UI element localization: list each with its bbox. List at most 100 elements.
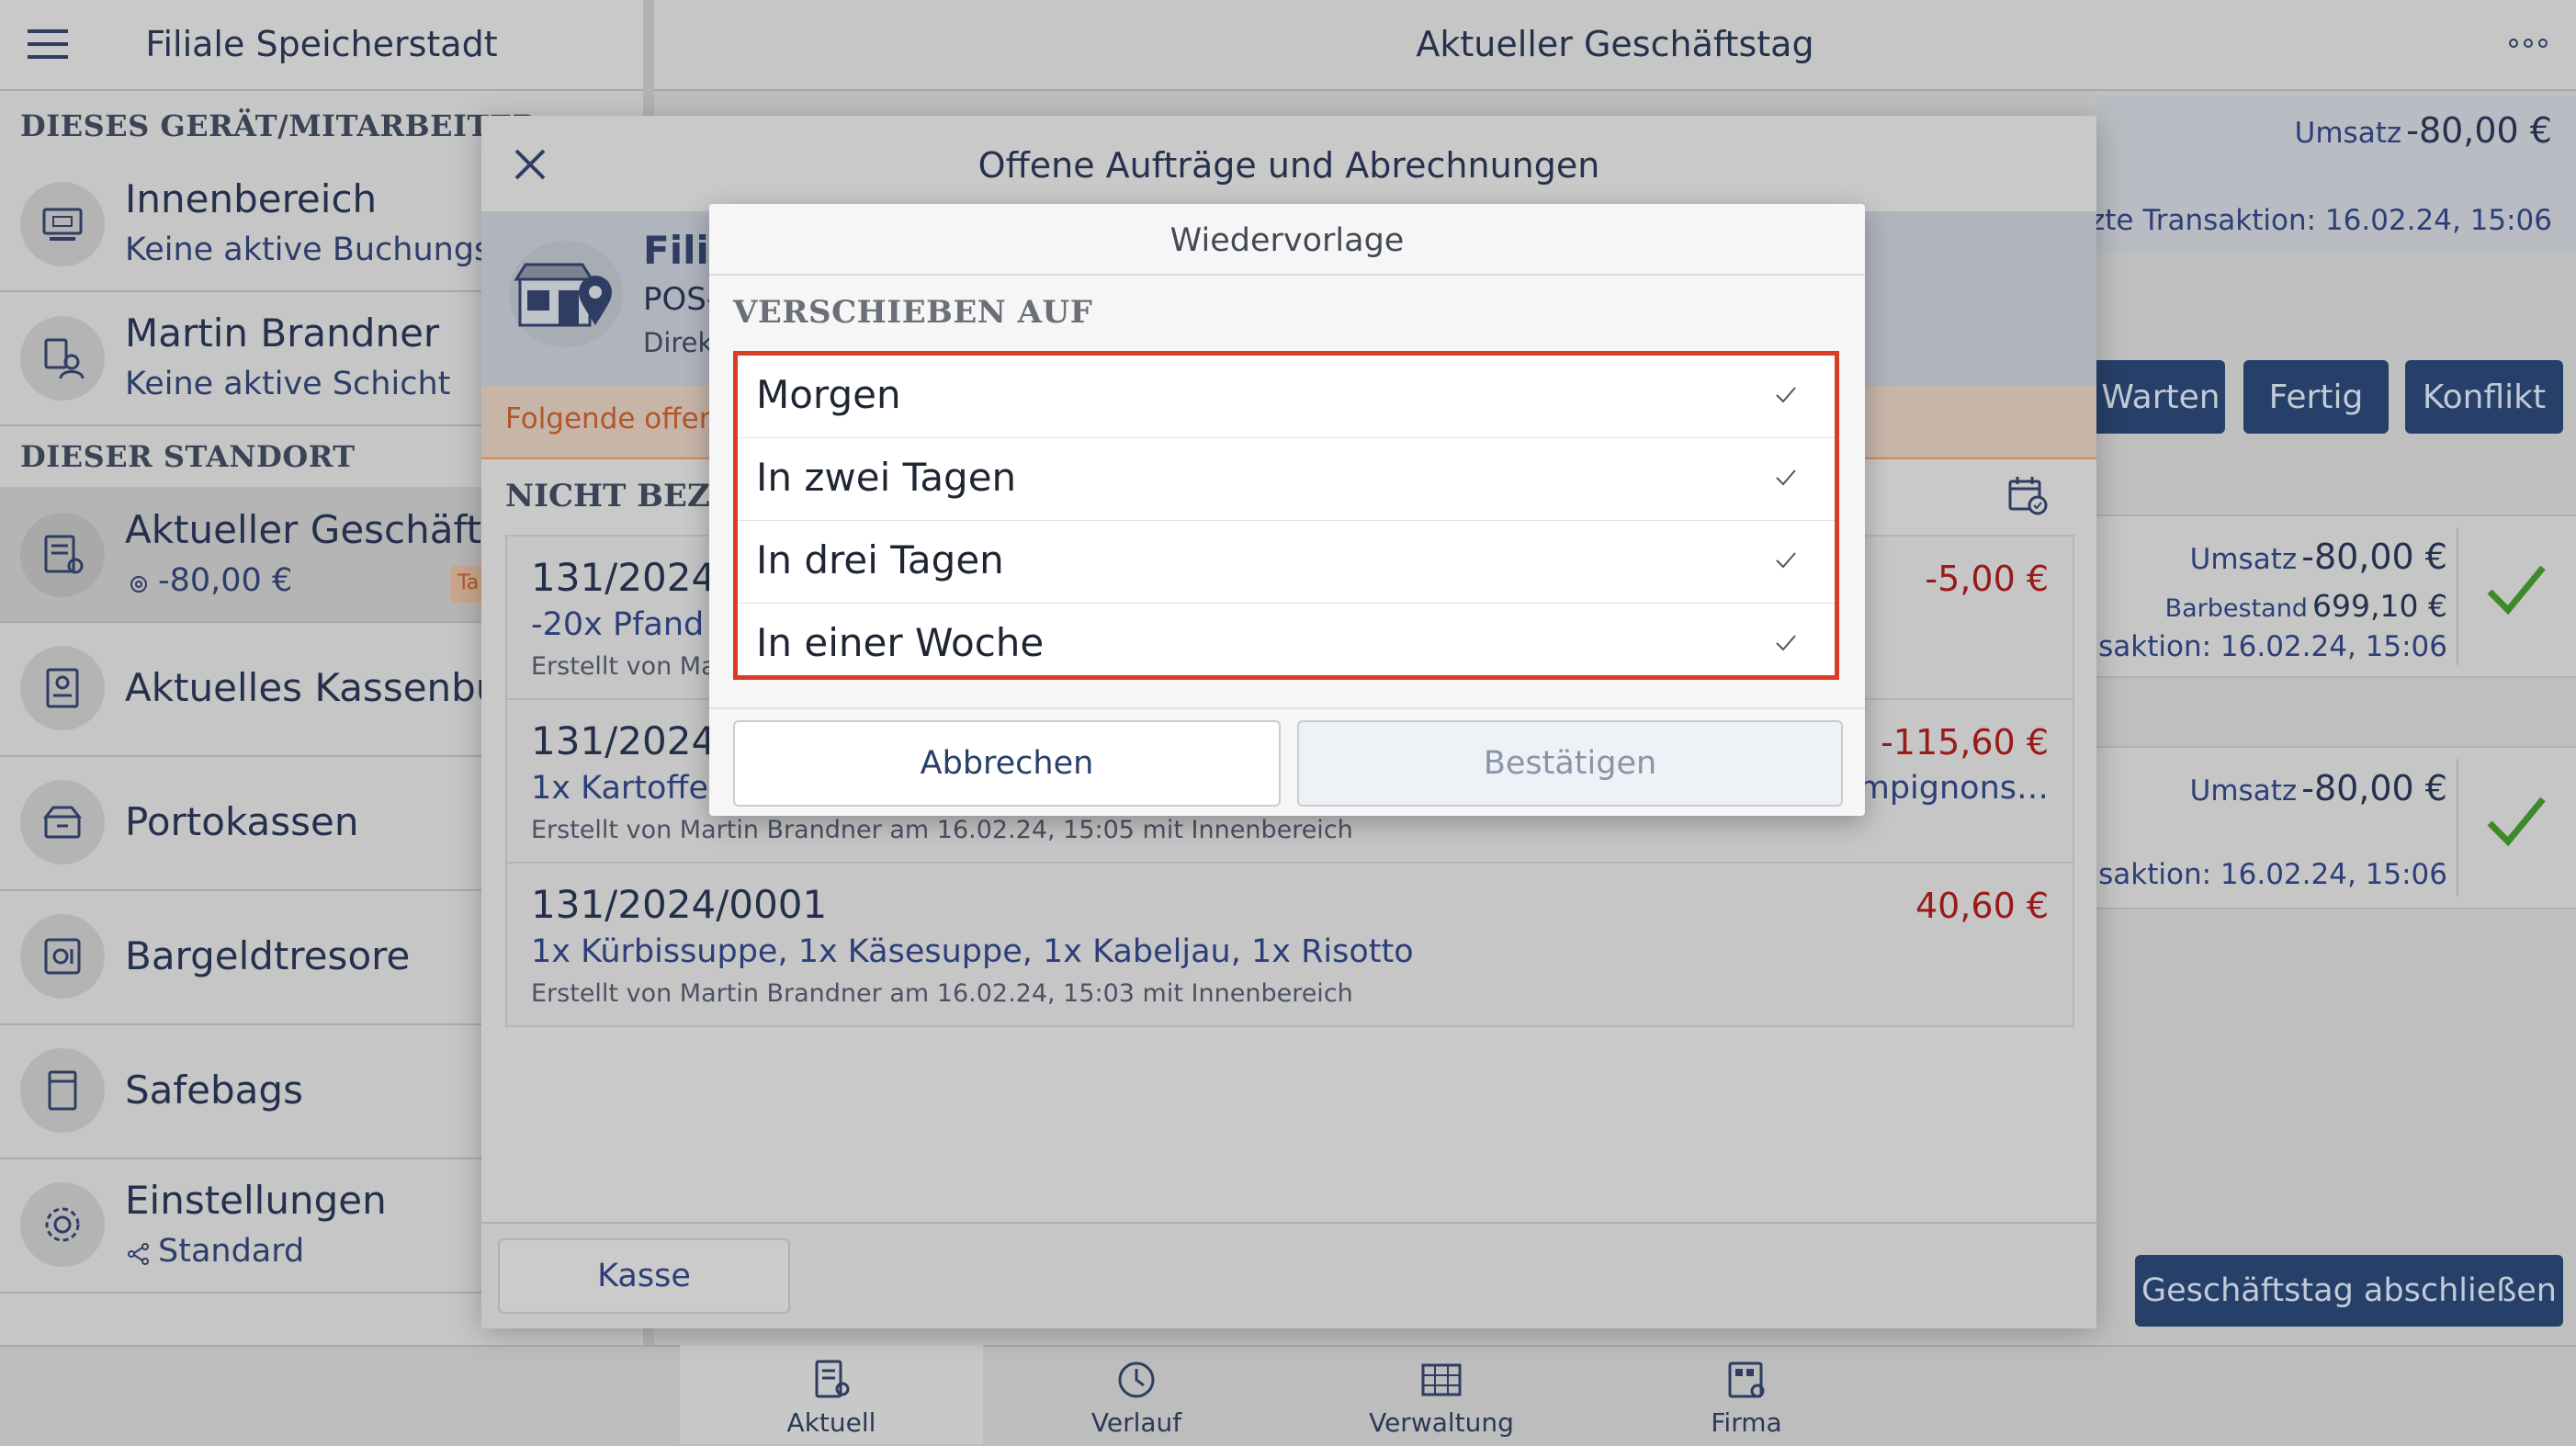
close-business-day-button[interactable]: Geschäftstag abschließen [2135, 1255, 2563, 1327]
check-icon [1774, 631, 1798, 655]
last-transaction: Letzte Transaktion: 16.02.24, 15:06 [2046, 204, 2552, 237]
revenue-label: Umsatz [2294, 117, 2402, 150]
direct-partial: Direk [643, 327, 714, 358]
section-location-header: DIESER STANDORT [20, 439, 356, 474]
day-card[interactable]: Umsatz -80,00 € Transaktion: 16.02.24, 1… [2038, 746, 2576, 909]
clock-icon [1114, 1358, 1158, 1402]
checkmark-icon [2484, 559, 2548, 623]
confirm-button[interactable]: Bestätigen [1297, 720, 1843, 807]
sidebar-item-subtitle: Standard [158, 1233, 305, 1270]
order-number: 131/2024/ [531, 718, 729, 763]
revenue-label: Umsatz [2189, 774, 2298, 808]
terminal-icon [20, 182, 105, 266]
card-divider [2457, 759, 2458, 897]
card-revenue: Umsatz -80,00 € [2190, 768, 2447, 808]
receipt-icon [809, 1358, 853, 1402]
tab-label: Verlauf [1090, 1407, 1182, 1438]
register-button[interactable]: Kasse [498, 1238, 790, 1314]
cash-label: Barbestand [2164, 594, 2308, 623]
cash-drawer-icon [20, 780, 105, 864]
order-items-tail: ampignons… [1838, 770, 2049, 807]
order-number: 131/2024/0001 [531, 882, 828, 927]
more-dots-icon[interactable] [2508, 37, 2548, 50]
card-transaction: Transaktion: 16.02.24, 15:06 [2038, 630, 2447, 663]
order-amount: -115,60 € [1881, 722, 2049, 763]
main-title: Aktueller Geschäftstag [1416, 24, 1814, 64]
tab-management[interactable]: Verwaltung [1290, 1345, 1593, 1444]
tab-current[interactable]: Aktuell [680, 1345, 983, 1444]
employee-icon [20, 316, 105, 401]
option-three-days[interactable]: In drei Tagen [738, 521, 1835, 604]
pos-partial: POS- [643, 281, 718, 318]
card-transaction: Transaktion: 16.02.24, 15:06 [2038, 858, 2447, 891]
grid-icon [1419, 1358, 1463, 1402]
cancel-button[interactable]: Abbrechen [733, 720, 1281, 807]
order-amount: 40,60 € [1915, 886, 2049, 926]
tab-label: Aktuell [786, 1407, 876, 1438]
order-items: 1x Kartoffels [531, 770, 735, 807]
sidebar-item-subtitle: Keine aktive Schicht [125, 366, 451, 402]
checkmark-icon [2484, 790, 2548, 854]
day-card[interactable]: Umsatz -80,00 € Barbestand 699,10 € Tran… [2038, 514, 2576, 678]
dialog-title: Wiedervorlage [1169, 222, 1405, 259]
section-device-header: DIESES GERÄT/MITARBEITER [20, 108, 537, 143]
filter-waiting-button[interactable]: Warten [2096, 360, 2225, 434]
card-divider [2457, 527, 2458, 665]
company-icon [1724, 1358, 1768, 1402]
hamburger-menu-icon[interactable] [28, 26, 68, 62]
sidebar-item-title: Safebags [125, 1068, 303, 1113]
card-revenue: Umsatz -80,00 € [2190, 537, 2447, 577]
sidebar-item-title: Innenbereich [125, 176, 378, 221]
order-meta: Erstellt von Mart [531, 652, 737, 681]
tab-label: Firma [1711, 1407, 1782, 1438]
revenue-value: -80,00 € [2301, 768, 2447, 808]
cashbook-icon [20, 646, 105, 730]
summary-revenue: Umsatz -80,00 € [2295, 110, 2552, 151]
sidebar-item-title: Martin Brandner [125, 311, 440, 356]
safe-icon [20, 914, 105, 999]
revenue-label: Umsatz [2189, 543, 2298, 576]
order-meta: Erstellt von Martin Brandner am 16.02.24… [531, 979, 1353, 1008]
option-label: Morgen [756, 372, 901, 417]
tab-bar [0, 1345, 2576, 1446]
check-icon [1774, 466, 1798, 490]
dialog-divider [709, 707, 1865, 709]
option-label: In zwei Tagen [756, 455, 1017, 500]
tab-history[interactable]: Verlauf [985, 1345, 1288, 1444]
check-icon [1774, 548, 1798, 572]
sidebar-item-title: Bargeldtresore [125, 933, 411, 978]
sidebar-item-title: Portokassen [125, 799, 359, 844]
sidebar-item-subtitle: -80,00 € [158, 562, 293, 599]
register-icon [20, 513, 105, 597]
option-two-days[interactable]: In zwei Tagen [738, 438, 1835, 522]
order-items: 1x Kürbissuppe, 1x Käsesuppe, 1x Kabelja… [531, 933, 1414, 970]
store-location-icon [513, 259, 616, 333]
calendar-check-icon[interactable] [2006, 474, 2049, 516]
option-label: In einer Woche [756, 620, 1045, 665]
option-label: In drei Tagen [756, 537, 1004, 582]
share-icon [127, 1242, 151, 1266]
filter-conflict-button[interactable]: Konflikt [2405, 360, 2563, 434]
safebag-icon [20, 1048, 105, 1133]
store-name: Filiale Speicherstadt [145, 24, 498, 64]
card-cash: Barbestand 699,10 € [2165, 588, 2447, 624]
order-number: 131/2024/ [531, 555, 729, 600]
order-amount: -5,00 € [1925, 559, 2049, 599]
sidebar-item-title: Einstellungen [125, 1178, 387, 1223]
postpone-section-header: VERSCHIEBEN AUF [733, 294, 1093, 331]
tab-company[interactable]: Firma [1595, 1345, 1898, 1444]
revenue-value: -80,00 € [2406, 110, 2552, 151]
warning-text: Folgende offene [505, 402, 735, 435]
coins-icon [127, 571, 151, 595]
gear-icon [20, 1182, 105, 1267]
check-icon [1774, 383, 1798, 407]
order-card[interactable]: 131/2024/0001 1x Kürbissuppe, 1x Käsesup… [505, 862, 2074, 1027]
filter-done-button[interactable]: Fertig [2243, 360, 2389, 434]
modal-title: Offene Aufträge und Abrechnungen [977, 145, 1600, 186]
revenue-value: -80,00 € [2301, 537, 2447, 577]
option-one-week[interactable]: In einer Woche [738, 604, 1835, 675]
tab-label: Verwaltung [1369, 1407, 1514, 1438]
order-meta: Erstellt von Martin Brandner am 16.02.24… [531, 816, 1353, 844]
option-tomorrow[interactable]: Morgen [738, 356, 1835, 439]
cash-value: 699,10 € [2312, 588, 2447, 624]
